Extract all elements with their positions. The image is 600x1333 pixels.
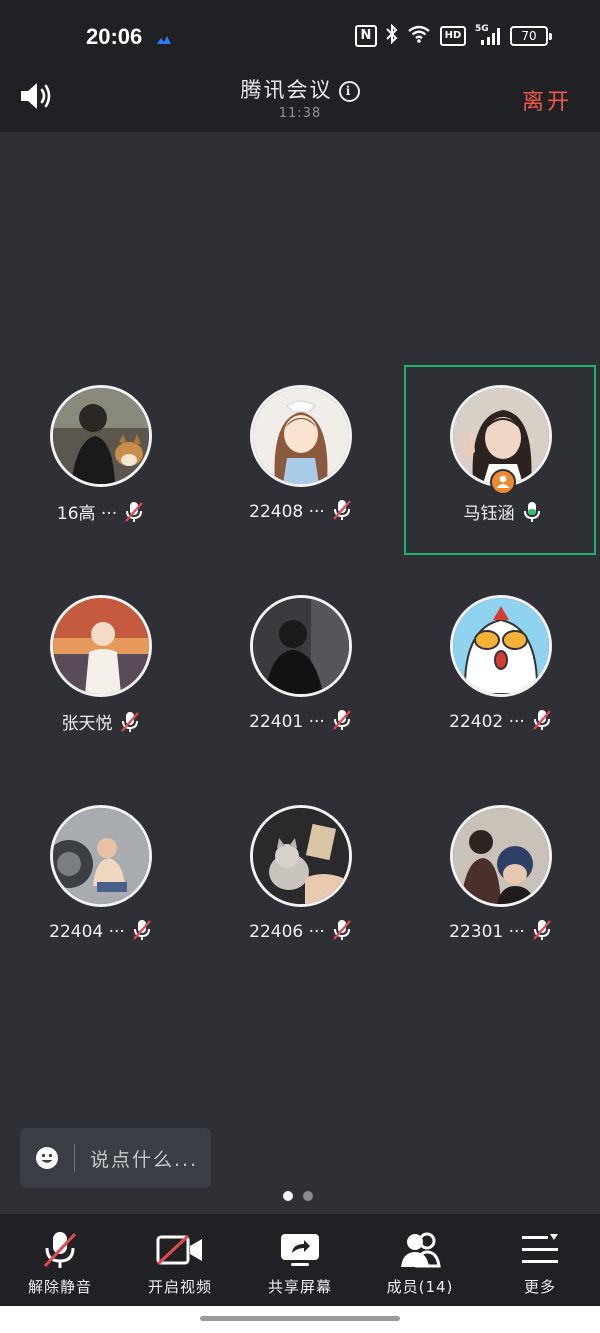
mic-muted-icon [133, 919, 151, 946]
avatar [450, 595, 552, 697]
participant-name: 马钰涵 [463, 504, 515, 524]
participant-tile[interactable]: 22402 ··· [400, 575, 600, 765]
nfc-icon: N [355, 25, 377, 47]
participant-name-row: 22408 ··· [200, 499, 400, 526]
chat-input[interactable]: 说点什么... [20, 1128, 211, 1188]
page-indicator [283, 1191, 313, 1201]
participant-tile-speaking[interactable]: 马钰涵 [404, 365, 596, 555]
mic-muted-icon [0, 1230, 120, 1274]
participant-tile[interactable]: 22401 ··· [200, 575, 400, 765]
battery-cap [549, 32, 552, 40]
camera-off-icon [120, 1234, 240, 1270]
page-dot[interactable] [303, 1191, 313, 1201]
avatar [250, 805, 352, 907]
participant-name-row: 22402 ··· [400, 709, 600, 736]
meeting-title-text: 腾讯会议 [240, 78, 333, 102]
meeting-screen: 20:06 N HD 5G 70 腾讯会议 i 11:38 离开 16高 ···… [0, 0, 600, 1333]
avatar [250, 595, 352, 697]
share-screen-icon [240, 1232, 360, 1272]
participant-tile[interactable]: 16高 ··· [0, 365, 200, 555]
mic-muted-icon [120, 711, 139, 738]
share-screen-label: 共享屏幕 [267, 1278, 332, 1296]
participant-tile[interactable]: 22404 ··· [0, 785, 200, 975]
unmute-label: 解除静音 [27, 1278, 92, 1296]
more-button[interactable]: 更多 [480, 1214, 600, 1306]
leave-button[interactable]: 离开 [522, 84, 572, 116]
participant-name-row: 16高 ··· [0, 499, 200, 528]
participant-name: 22406 ··· [249, 922, 325, 942]
status-bar: 20:06 N HD 5G 70 [0, 0, 600, 64]
start-video-button[interactable]: 开启视频 [120, 1214, 240, 1306]
chat-placeholder: 说点什么... [90, 1149, 199, 1171]
battery-indicator: 70 [510, 26, 552, 46]
menu-icon [480, 1230, 600, 1274]
signal-icon: 5G [475, 24, 501, 46]
hd-icon: HD [440, 26, 466, 46]
share-screen-button[interactable]: 共享屏幕 [240, 1214, 360, 1306]
participant-name-row: 22301 ··· [400, 919, 600, 946]
participant-name: 张天悦 [61, 714, 113, 734]
info-icon[interactable]: i [338, 81, 360, 102]
participant-name-row: 22401 ··· [200, 709, 400, 736]
status-icons: N HD 5G 70 [355, 23, 552, 48]
host-badge-icon [490, 469, 516, 495]
chat-divider [74, 1144, 75, 1172]
bottom-toolbar: 解除静音 开启视频 共享屏幕 成员(14) 更多 [0, 1214, 600, 1306]
system-nav-bar [0, 1306, 600, 1333]
more-label: 更多 [523, 1278, 556, 1296]
meeting-top-bar: 腾讯会议 i 11:38 离开 [0, 64, 600, 132]
status-time: 20:06 [86, 24, 143, 49]
participant-name-row: 22404 ··· [0, 919, 200, 946]
participant-name: 22404 ··· [49, 922, 125, 942]
avatar [50, 805, 152, 907]
members-button[interactable]: 成员(14) [360, 1214, 480, 1306]
avatar [450, 805, 552, 907]
avatar [50, 385, 152, 487]
participant-name: 22301 ··· [449, 922, 525, 942]
participant-tile[interactable]: 22408 ··· [200, 365, 400, 555]
meeting-title[interactable]: 腾讯会议 i [0, 74, 600, 104]
participant-tile[interactable]: 22406 ··· [200, 785, 400, 975]
participant-name: 22408 ··· [249, 502, 325, 522]
participant-name: 22402 ··· [449, 712, 525, 732]
start-video-label: 开启视频 [147, 1278, 212, 1296]
members-icon [360, 1230, 480, 1274]
home-indicator[interactable] [200, 1316, 400, 1321]
mic-muted-icon [125, 501, 143, 528]
mic-muted-icon [533, 919, 551, 946]
participant-name-row: 22406 ··· [200, 919, 400, 946]
battery-level: 70 [510, 26, 548, 46]
participant-name: 16高 ··· [56, 504, 118, 524]
emoji-icon[interactable] [35, 1146, 59, 1174]
participant-tile[interactable]: 22301 ··· [400, 785, 600, 975]
mic-muted-icon [333, 919, 351, 946]
page-dot-active[interactable] [283, 1191, 293, 1201]
avatar [250, 385, 352, 487]
unmute-button[interactable]: 解除静音 [0, 1214, 120, 1306]
mic-muted-icon [333, 499, 351, 526]
participant-tile[interactable]: 张天悦 [0, 575, 200, 765]
bluetooth-icon [386, 23, 398, 48]
members-label: 成员(14) [386, 1278, 454, 1296]
participant-name: 22401 ··· [249, 712, 325, 732]
mic-muted-icon [533, 709, 551, 736]
participant-name-row: 马钰涵 [406, 499, 598, 528]
avatar [50, 595, 152, 697]
mic-active-icon [523, 501, 541, 528]
wifi-icon [407, 25, 431, 47]
mic-muted-icon [333, 709, 351, 736]
participant-name-row: 张天悦 [0, 709, 200, 738]
meeting-timer: 11:38 [278, 106, 322, 121]
cloud-sync-icon [156, 30, 172, 49]
